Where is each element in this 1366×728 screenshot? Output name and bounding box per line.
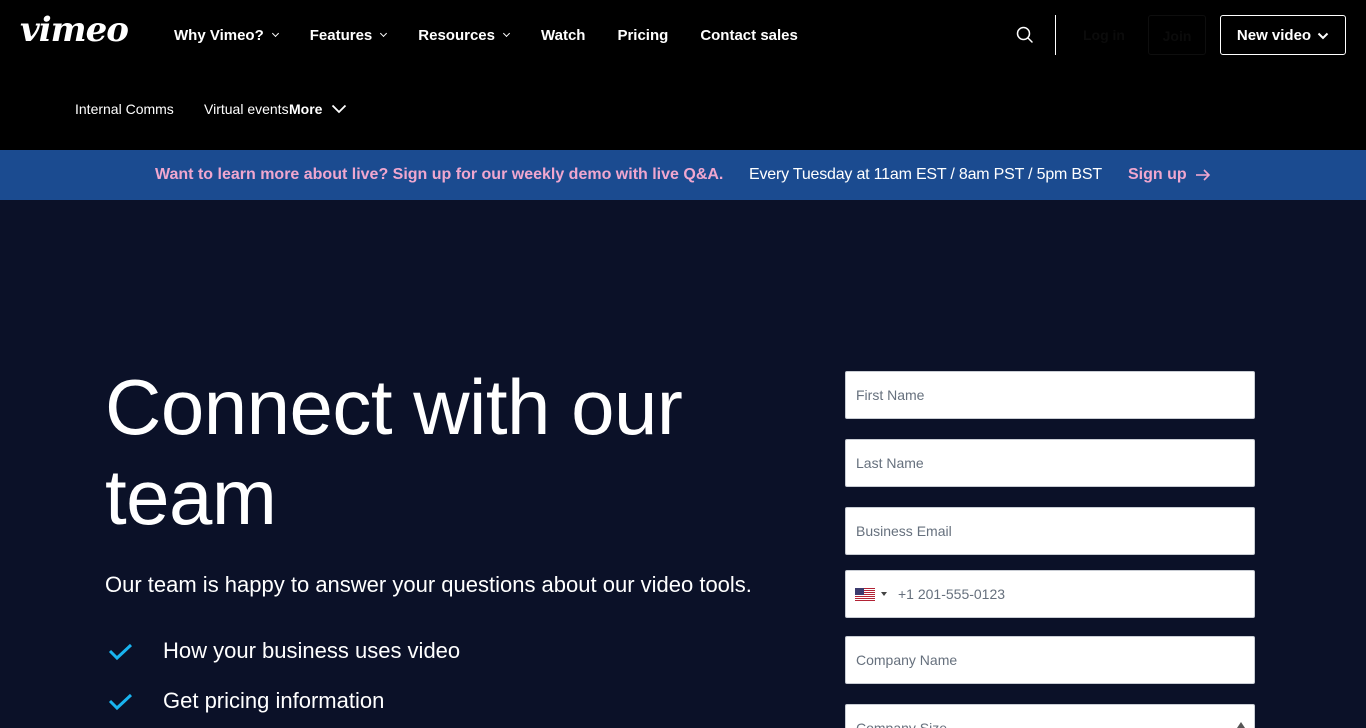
select-arrow-icon [1237,722,1245,728]
page-title: Connect with our team [105,363,683,541]
banner-signup-label: Sign up [1128,166,1187,183]
check-icon [108,693,133,711]
banner-promo-text: Want to learn more about live? Sign up f… [155,166,724,183]
benefit-list: How your business uses video Get pricing… [105,626,460,726]
chevron-down-icon [271,29,279,38]
subnav-more-menu[interactable]: More [289,101,347,117]
banner-schedule-text: Every Tuesday at 11am EST / 8am PST / 5p… [749,166,1102,183]
benefit-text: How your business uses video [163,638,461,663]
search-button[interactable] [1014,24,1036,46]
first-name-field [845,371,1255,419]
check-icon [108,643,133,661]
us-flag-icon[interactable] [855,588,875,601]
company-name-field [845,636,1255,684]
nav-watch-label: Watch [541,26,586,44]
phone-input[interactable] [846,571,1254,617]
new-video-label: New video [1236,26,1312,44]
benefit-item: Get pricing information [105,676,460,726]
nav-resources[interactable]: Resources [418,26,511,44]
hero-subtitle: Our team is happy to answer your questio… [105,572,752,597]
nav-features-label: Features [309,26,373,44]
chevron-down-icon [1317,32,1329,40]
country-dropdown-caret-icon[interactable] [881,592,887,596]
vimeo-logo[interactable]: vimeo [20,13,129,47]
nav-contact-sales-label: Contact sales [700,26,798,44]
benefit-text: Get pricing information [163,688,385,713]
first-name-input[interactable] [846,372,1254,418]
top-navigation-bar: vimeo Why Vimeo? Features Resources Watc… [0,0,1366,70]
arrow-right-icon [1195,169,1210,181]
subnav-more-label: More [289,101,323,117]
banner-signup-link[interactable]: Sign up [1128,166,1211,184]
chevron-down-icon [502,29,511,38]
login-button[interactable]: Log in [1068,15,1140,55]
company-name-input[interactable] [846,637,1254,683]
nav-why-vimeo[interactable]: Why Vimeo? [174,26,279,44]
promo-banner: Want to learn more about live? Sign up f… [0,150,1366,200]
last-name-field [845,439,1255,487]
search-icon [1016,26,1033,43]
nav-pricing-label: Pricing [617,26,669,44]
business-email-field [845,507,1255,555]
join-button[interactable]: Join [1148,15,1206,55]
chevron-down-icon [332,104,347,114]
nav-features[interactable]: Features [309,26,388,44]
chevron-down-icon [380,29,388,38]
phone-field [845,570,1255,618]
main-nav: Why Vimeo? Features Resources Watch Pric… [174,25,830,45]
new-video-button[interactable]: New video [1220,15,1346,55]
subnav-internal-comms[interactable]: Internal Comms [75,101,174,117]
subnav-virtual-events[interactable]: Virtual events [204,101,289,117]
last-name-input[interactable] [846,440,1254,486]
secondary-nav: Internal Comms Virtual events More [0,70,1366,150]
business-email-input[interactable] [846,508,1254,554]
header-divider [1055,15,1056,55]
nav-pricing[interactable]: Pricing [617,27,668,44]
nav-resources-label: Resources [418,26,495,44]
nav-why-vimeo-label: Why Vimeo? [174,26,264,44]
company-size-label: Company Size [856,720,948,728]
nav-watch[interactable]: Watch [541,27,585,44]
nav-contact-sales[interactable]: Contact sales [700,27,798,44]
company-size-select[interactable]: Company Size [845,704,1255,728]
benefit-item: How your business uses video [105,626,460,676]
